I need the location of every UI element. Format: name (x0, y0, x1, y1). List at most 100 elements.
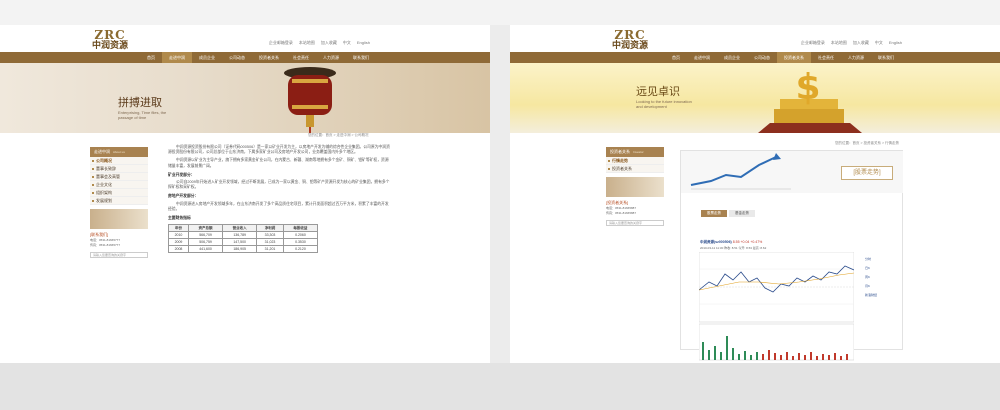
table-cell: 566,709 (187, 231, 224, 240)
sidebar-header: 走进中润 About us (90, 147, 148, 157)
sidebar-image (606, 177, 664, 197)
article-paragraph: 公司自2009年开始进入矿业开发领域，经过不断发展，已成为一家以黄金、铜、钼等矿… (168, 180, 390, 190)
sidebar-header-en: Investor (633, 150, 644, 154)
table-cell: 2010 (168, 231, 189, 240)
toplink-chinese[interactable]: 中文 (343, 40, 351, 46)
chart-links: 分时 日K 周K 月K 新浪财经 (865, 255, 885, 300)
top-bar (0, 25, 490, 50)
table-cell: 2009 (168, 238, 189, 247)
contact-fax: 传真：0531-81665887 (606, 211, 637, 215)
hero-banner: 拼搏进取 Enterprising, Time flies, the passa… (0, 63, 490, 133)
nav-about[interactable]: 走进中润 (162, 52, 192, 63)
sidebar-item-structure[interactable]: 组织架构 (90, 189, 148, 197)
toplink-favorite[interactable]: 加入收藏 (321, 40, 337, 46)
ticker-values: 8.55 +0.04 +0.47% (732, 240, 763, 244)
table-cell: 147,500 (222, 238, 258, 247)
toplink-mail[interactable]: 企业邮箱登录 (801, 40, 825, 46)
table-cell: 506,759 (187, 238, 224, 247)
toplink-sitemap[interactable]: 本站地图 (831, 40, 847, 46)
table-header: 每股收益 (282, 224, 319, 233)
growth-arrow-icon (690, 153, 791, 190)
table-cell: 2008 (168, 245, 189, 254)
article-paragraph: 中润资源进入房地产开发领域多年，在山东济南开发了多个高品质住宅项目，累计开发面积… (168, 201, 389, 211)
stock-tabs: 股票走势 基金走势 (701, 210, 755, 217)
stock-banner: [股票走势] (681, 151, 903, 193)
section-heading: 房地产开发部分： (168, 194, 199, 199)
nav-members[interactable]: 成员企业 (717, 55, 747, 61)
sidebar-item-plan[interactable]: 发展规划 (90, 197, 148, 205)
svg-text:$: $ (795, 69, 820, 108)
article-content: 中润资源投资股份有限公司（证券代码000506）是一家以矿业开发为主，以房地产开… (168, 145, 390, 254)
table-row: 2010 566,709 136,789 33,303 0.2060 (168, 231, 319, 240)
table-cell: 441,600 (187, 245, 224, 254)
table-header: 年份 (168, 224, 189, 233)
article-paragraph: 中润资源以矿业为主导产业，旗下拥有多家黄金矿业公司，在内蒙古、新疆、湖南等地拥有… (168, 158, 389, 168)
nav-about[interactable]: 走进中润 (687, 55, 717, 61)
search-input[interactable]: 请输入您要查询的关键字 (606, 220, 664, 226)
banner-title: 远见卓识 (636, 85, 680, 98)
nav-home[interactable]: 首页 (665, 55, 687, 61)
sidebar-item-quotes[interactable]: 行情走势 (606, 157, 664, 165)
banner-title: 拼搏进取 (118, 96, 162, 109)
main-nav: 首页 走进中润 成员企业 公司动态 投资者关系 社会责任 人力资源 联系我们 (510, 52, 1000, 63)
toplink-chinese[interactable]: 中文 (875, 40, 883, 46)
article-paragraph: 中润资源投资股份有限公司（证券代码000506）是一家以矿业开发为主，以房地产开… (168, 145, 390, 155)
nav-hr[interactable]: 人力资源 (316, 55, 346, 61)
sidebar: 投资者关系 Investor 行情走势 投资者关系 [投资者关系] 电话：0531… (606, 147, 664, 226)
toplink-mail[interactable]: 企业邮箱登录 (269, 40, 293, 46)
toplink-favorite[interactable]: 加入收藏 (853, 40, 869, 46)
link-weekly[interactable]: 周K (865, 273, 885, 282)
sidebar-item-culture[interactable]: 企业文化 (90, 181, 148, 189)
tab-stock[interactable]: 股票走势 (701, 210, 727, 217)
table-header: 净利润 (256, 224, 284, 233)
nav-social[interactable]: 社会责任 (286, 55, 316, 61)
toplink-english[interactable]: English (357, 40, 370, 46)
nav-news[interactable]: 公司动态 (222, 55, 252, 61)
nav-investor[interactable]: 投资者关系 (252, 55, 286, 61)
toplink-sitemap[interactable]: 本站地图 (299, 40, 315, 46)
link-sina[interactable]: 新浪财经 (865, 291, 885, 300)
nav-members[interactable]: 成员企业 (192, 55, 222, 61)
nav-news[interactable]: 公司动态 (747, 55, 777, 61)
sidebar-item-overview[interactable]: 公司概况 (90, 157, 148, 165)
sidebar-item-investor[interactable]: 投资者关系 (606, 165, 664, 173)
link-intraday[interactable]: 分时 (865, 255, 885, 264)
toplink-english[interactable]: English (889, 40, 902, 46)
top-band (0, 0, 1000, 25)
lantern-image (284, 67, 336, 133)
sidebar-header: 投资者关系 Investor (606, 147, 664, 157)
sidebar-header-en: About us (113, 150, 125, 154)
top-links: 企业邮箱登录 本站地图 加入收藏 中文 English (801, 40, 902, 46)
table-header: 资产总额 (187, 224, 224, 233)
nav-social[interactable]: 社会责任 (811, 55, 841, 61)
nav-home[interactable]: 首页 (140, 55, 162, 61)
table-cell: 0.2120 (282, 245, 319, 254)
top-bar (510, 25, 1000, 50)
banner-subtitle: Enterprising, Time flies, the passage of… (118, 110, 167, 120)
table-cell: 186,905 (222, 245, 258, 254)
sidebar-header-label: 投资者关系 (610, 149, 630, 154)
link-monthly[interactable]: 月K (865, 282, 885, 291)
sidebar-header-label: 走进中润 (94, 149, 110, 154)
nav-contact[interactable]: 联系我们 (346, 55, 376, 61)
tab-fund[interactable]: 基金走势 (729, 210, 755, 217)
table-cell: 33,303 (256, 231, 284, 240)
logo-mark: ZRC (614, 28, 646, 42)
table-title: 主要财务指标 (168, 216, 191, 221)
contact-fax: 传真：0531-81665777 (90, 243, 121, 247)
section-heading: 矿业开发部分： (168, 172, 195, 177)
table-cell: 31,023 (256, 238, 284, 247)
ticker-time: 2010-03-11 11:30 昨收: 8.51 今开: 8.53 最高: 8… (700, 246, 767, 250)
nav-hr[interactable]: 人力资源 (841, 55, 871, 61)
bottom-band (0, 363, 1000, 410)
sidebar-item-board[interactable]: 董事会及高管 (90, 173, 148, 181)
logo-mark: ZRC (94, 28, 126, 42)
top-links: 企业邮箱登录 本站地图 加入收藏 中文 English (269, 40, 370, 46)
link-daily[interactable]: 日K (865, 264, 885, 273)
search-input[interactable]: 请输入您要查询的关键字 (90, 252, 148, 258)
nav-contact[interactable]: 联系我们 (871, 55, 901, 61)
table-cell: 31,201 (256, 245, 284, 254)
sidebar-item-chairman[interactable]: 董事长致辞 (90, 165, 148, 173)
nav-investor[interactable]: 投资者关系 (777, 52, 811, 63)
table-header: 营业收入 (222, 224, 258, 233)
